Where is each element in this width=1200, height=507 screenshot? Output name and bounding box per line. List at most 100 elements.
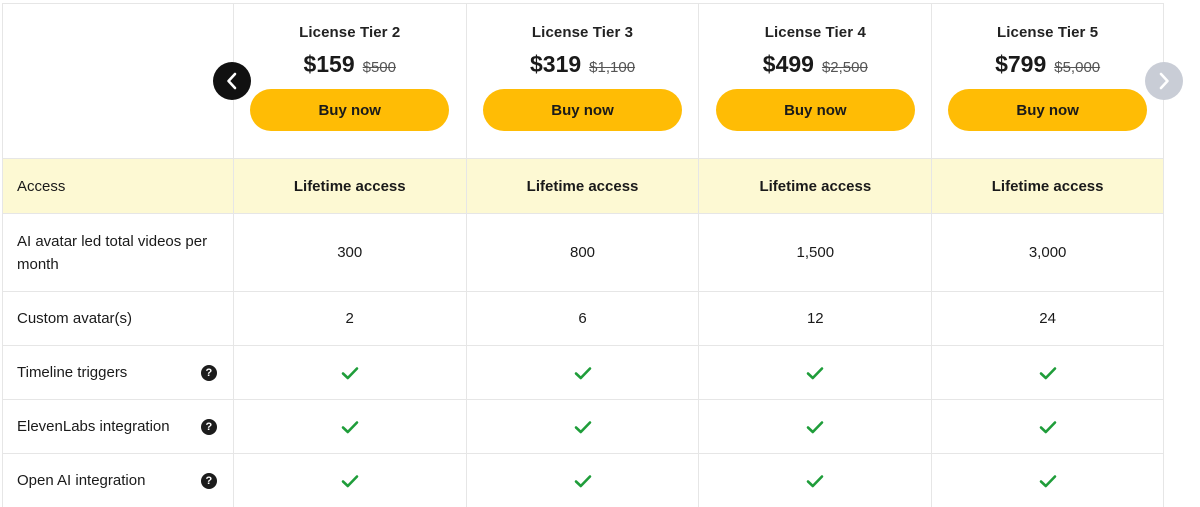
feature-label: Timeline triggers [17, 364, 128, 381]
check-icon [341, 366, 359, 379]
check-icon [341, 420, 359, 433]
value-cell [467, 454, 700, 507]
value-cell: 800 [466, 214, 700, 292]
row-label-cell: AI avatar led total videos per month [3, 214, 234, 292]
value-cell [699, 346, 933, 400]
value-cell: 12 [699, 292, 933, 346]
tier-column-2: License Tier 2 $159 $500 Buy now [233, 4, 467, 159]
avatars-value: 24 [1039, 310, 1056, 327]
access-value: Lifetime access [991, 177, 1104, 195]
value-cell: 1,500 [699, 214, 933, 292]
value-cell: 3,000 [932, 214, 1165, 292]
value-cell: 300 [233, 214, 467, 292]
value-cell [466, 400, 700, 454]
value-cell [466, 346, 700, 400]
row-label-cell: Timeline triggers ? [3, 346, 234, 400]
chevron-left-icon [227, 72, 237, 90]
value-cell: 6 [466, 292, 700, 346]
avatars-value: 2 [345, 310, 354, 327]
feature-label: AI avatar led total videos per month [17, 232, 208, 273]
tier-name: License Tier 3 [531, 24, 634, 41]
price-line: $319 $1,100 [530, 51, 635, 78]
feature-label: Custom avatar(s) [17, 310, 133, 327]
videos-value: 800 [570, 244, 596, 261]
videos-value: 1,500 [796, 244, 835, 261]
help-icon[interactable]: ? [200, 364, 217, 381]
check-icon [807, 366, 824, 379]
feature-label: ElevenLabs integration [17, 418, 170, 435]
tier-original-price: $5,000 [1054, 59, 1101, 76]
tier-name: License Tier 5 [997, 24, 1099, 41]
tier-name: License Tier 4 [764, 24, 866, 41]
check-icon [341, 474, 359, 487]
price-line: $159 $500 [303, 51, 396, 78]
value-cell: 24 [932, 292, 1165, 346]
previous-tier-button[interactable] [213, 62, 251, 100]
check-icon [574, 474, 591, 487]
avatars-value: 12 [806, 310, 824, 327]
videos-value: 3,000 [1028, 244, 1067, 261]
header-empty-cell [3, 4, 234, 159]
row-label-cell: ElevenLabs integration ? [3, 400, 234, 454]
check-icon [807, 420, 824, 433]
tier-column-3: License Tier 3 $319 $1,100 Buy now [466, 4, 700, 159]
tier-column-5: License Tier 5 $799 $5,000 Buy now [932, 4, 1165, 159]
check-icon [1039, 366, 1056, 379]
value-cell [233, 400, 467, 454]
pricing-comparison-table: License Tier 2 $159 $500 Buy now License… [2, 3, 1165, 507]
check-icon [1039, 474, 1056, 487]
value-cell: Lifetime access [466, 159, 700, 214]
chevron-right-icon [1159, 72, 1169, 90]
access-value: Lifetime access [293, 177, 406, 195]
tier-name: License Tier 2 [299, 24, 401, 41]
open-ai-integration-row: Open AI integration ? [3, 454, 1165, 507]
buy-now-button[interactable]: Buy now [483, 89, 683, 131]
value-cell [932, 400, 1165, 454]
tier-price: $159 [303, 51, 355, 77]
tier-price: $319 [529, 51, 582, 77]
timeline-triggers-row: Timeline triggers ? [3, 346, 1165, 400]
tier-price: $499 [762, 51, 814, 77]
row-label-cell: Access [3, 159, 234, 214]
feature-label: Open AI integration [17, 472, 146, 489]
access-value: Lifetime access [526, 177, 639, 195]
tier-original-price: $500 [362, 59, 396, 76]
value-cell [932, 346, 1165, 400]
price-line: $799 $5,000 [995, 51, 1100, 78]
access-value: Lifetime access [759, 177, 872, 195]
check-icon [1039, 420, 1056, 433]
value-cell: Lifetime access [699, 159, 933, 214]
check-icon [574, 420, 591, 433]
value-cell [234, 454, 467, 507]
videos-value: 300 [337, 244, 363, 261]
elevenlabs-integration-row: ElevenLabs integration ? [3, 400, 1165, 454]
feature-label: Access [17, 177, 66, 195]
price-line: $499 $2,500 [763, 51, 868, 78]
tier-column-4: License Tier 4 $499 $2,500 Buy now [699, 4, 933, 159]
value-cell [932, 454, 1165, 507]
buy-now-button[interactable]: Buy now [715, 89, 915, 131]
next-tier-button[interactable] [1145, 62, 1183, 100]
tier-original-price: $1,100 [589, 59, 636, 76]
value-cell [233, 346, 467, 400]
custom-avatars-row: Custom avatar(s) 2 6 12 24 [3, 292, 1165, 346]
tier-price: $799 [995, 51, 1047, 77]
help-icon[interactable]: ? [200, 472, 217, 489]
access-row: Access Lifetime access Lifetime access L… [3, 159, 1165, 214]
value-cell: 2 [233, 292, 467, 346]
row-label-cell: Open AI integration ? [3, 454, 234, 507]
value-cell [699, 454, 933, 507]
row-label-cell: Custom avatar(s) [3, 292, 234, 346]
value-cell: Lifetime access [932, 159, 1165, 214]
value-cell [699, 400, 933, 454]
help-icon[interactable]: ? [200, 418, 217, 435]
check-icon [574, 366, 591, 379]
buy-now-button[interactable]: Buy now [948, 89, 1148, 131]
tier-header-row: License Tier 2 $159 $500 Buy now License… [3, 4, 1165, 159]
videos-row: AI avatar led total videos per month 300… [3, 214, 1165, 292]
buy-now-button[interactable]: Buy now [250, 89, 450, 131]
avatars-value: 6 [578, 310, 587, 327]
tier-original-price: $2,500 [821, 59, 868, 76]
check-icon [807, 474, 824, 487]
value-cell: Lifetime access [233, 159, 467, 214]
